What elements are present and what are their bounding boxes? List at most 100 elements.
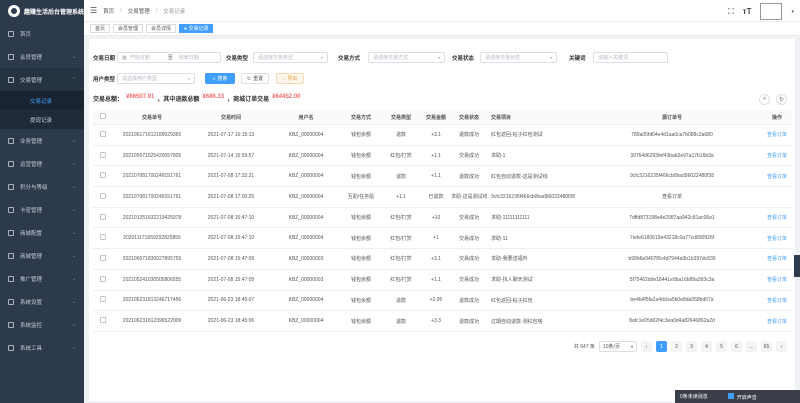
sidebar-item-mall[interactable]: 商城管理 ⌄ <box>0 244 84 267</box>
row-checkbox[interactable] <box>100 151 106 158</box>
view-order-link[interactable]: 查看订单 <box>767 256 787 262</box>
sidebar-item-label: 商城配置 <box>20 230 43 237</box>
sidebar-subitem-withdraw-records[interactable]: 提现记录 <box>0 110 84 129</box>
export-button[interactable]: ↓ 导出 <box>276 73 304 84</box>
row-checkbox[interactable] <box>100 192 106 199</box>
view-order-link[interactable]: 查看订单 <box>767 215 787 221</box>
user-type-select[interactable]: 请选择用户类型 ▾ <box>117 73 195 84</box>
view-order-link[interactable]: 查看订单 <box>767 298 787 304</box>
date-range-picker[interactable]: ▦ 开始日期 至 结束日期 <box>117 52 221 63</box>
app-title: 趣赚生活后台管理系统 <box>24 9 85 16</box>
view-order-link[interactable]: 查看订单 <box>767 153 787 159</box>
page-size-select[interactable]: 10条/页 ▾ <box>599 341 637 352</box>
tag-members[interactable]: 会员管理 <box>113 24 144 33</box>
refresh-icon[interactable]: ↻ <box>776 94 787 105</box>
sidebar-item-home[interactable]: 首页 <box>0 22 84 45</box>
page-number-button[interactable]: 6 <box>731 341 742 352</box>
col-header[interactable]: 源订单号 <box>582 114 762 121</box>
row-checkbox[interactable] <box>100 172 106 179</box>
breadcrumb-trade[interactable]: 交易管理 <box>128 7 150 15</box>
chevron-down-icon[interactable]: ▾ <box>791 9 794 15</box>
col-header[interactable]: 交易状态 <box>451 114 487 121</box>
sidebar-item-trade[interactable]: 交易管理 ⌃ <box>0 68 84 91</box>
trade-status-select[interactable]: 请选择交易状态 ▾ <box>480 52 557 63</box>
page-number-button[interactable]: 4 <box>701 341 712 352</box>
row-checkbox[interactable] <box>100 130 106 137</box>
font-size-icon[interactable]: тT <box>743 7 752 16</box>
col-header[interactable]: 交易项目 <box>487 114 582 121</box>
sound-toggle[interactable]: 开启声音 <box>727 392 757 401</box>
row-checkbox[interactable] <box>100 234 106 241</box>
fullscreen-icon[interactable]: ⛶ <box>728 7 734 17</box>
reset-button[interactable]: ↻ 重置 <box>241 73 269 84</box>
col-header[interactable]: 交易类型 <box>381 114 421 121</box>
table-cell: 2021-07-08 17:32:21 <box>207 173 255 180</box>
tag-trade-records[interactable]: ● 交易记录 <box>179 24 214 33</box>
table-cell: 过期自动退款-测红包啥 <box>491 318 543 325</box>
sidebar-item-business[interactable]: 业务管理 ⌄ <box>0 129 84 152</box>
keyword-input[interactable]: 请输入关键词 <box>593 52 668 63</box>
table-cell: 8afc1e05d02f4c3ea0d4a82646862a2d <box>629 318 715 325</box>
unread-message-count[interactable]: 0条未读消息 <box>680 393 708 400</box>
page-number-button[interactable]: 2 <box>671 341 682 352</box>
hamburger-icon[interactable]: ☰ <box>90 6 97 15</box>
view-order-link[interactable]: 查看订单 <box>767 277 787 283</box>
sidebar-item-settings[interactable]: 系统设置 ⌄ <box>0 290 84 313</box>
trade-method-select[interactable]: 请选择交易方式 ▾ <box>368 52 445 63</box>
chevron-down-icon: ⌄ <box>71 252 76 259</box>
page-number-button[interactable]: ... <box>746 341 757 352</box>
chevron-down-icon: ⌄ <box>71 344 76 351</box>
table-cell: be4b4f5fa2a4dcba5b0e8da058bd67a <box>630 297 714 304</box>
sidebar-item-monitor[interactable]: 系统监控 ⌄ <box>0 313 84 336</box>
trade-type-select[interactable]: 请选择交易类型 ▾ <box>253 52 328 63</box>
row-checkbox[interactable] <box>100 296 106 303</box>
page-number-button[interactable]: 3 <box>686 341 697 352</box>
row-checkbox[interactable] <box>100 254 106 261</box>
row-checkbox[interactable] <box>100 317 106 324</box>
view-order-link[interactable]: 查看订单 <box>767 236 787 242</box>
select-all-checkbox[interactable] <box>100 113 106 119</box>
col-header[interactable]: 交易单号 <box>113 114 191 121</box>
view-order-link[interactable]: 查看订单 <box>767 174 787 180</box>
page-number-button[interactable]: 5 <box>716 341 727 352</box>
prev-page-button[interactable]: ‹ <box>641 341 652 352</box>
search-icon[interactable]: ⌕ <box>759 94 770 105</box>
chevron-down-icon: ⌄ <box>71 206 76 213</box>
monitor-icon <box>8 321 14 328</box>
sidebar-item-label: 运营管理 <box>20 161 43 168</box>
sidebar-item-tools[interactable]: 系统工具 ⌄ <box>0 336 84 359</box>
row-checkbox[interactable] <box>100 275 106 282</box>
side-handle[interactable] <box>794 255 800 277</box>
method-label: 交易方式 <box>338 56 361 62</box>
chevron-down-icon: ▾ <box>187 76 190 81</box>
sidebar-item-mall-config[interactable]: 商城配置 ⌄ <box>0 221 84 244</box>
table-row: 202105071525420057805 2021-07-14 15:59:57… <box>93 146 792 167</box>
table-cell: KBZ_00000004 <box>288 131 324 138</box>
tag-home[interactable]: 首页 <box>90 24 111 33</box>
avatar[interactable] <box>760 3 783 20</box>
sidebar-item-points[interactable]: 积分与等级 ⌄ <box>0 175 84 198</box>
sidebar-item-label: 商城管理 <box>20 253 43 260</box>
sidebar-item-card[interactable]: 卡密管理 ⌄ <box>0 198 84 221</box>
page-number-button[interactable]: 1 <box>656 341 667 352</box>
next-page-button[interactable]: › <box>776 341 787 352</box>
sound-checkbox[interactable] <box>727 392 734 399</box>
page-number-button[interactable]: 65 <box>761 341 772 352</box>
table-cell: 789a05fd64e4d1aa0ca7b088c2a680 <box>631 131 713 138</box>
table-cell: 钱包余额 <box>350 153 371 160</box>
col-header[interactable]: 交易金额 <box>421 114 451 121</box>
breadcrumb-home[interactable]: 首页 <box>103 7 114 15</box>
table-cell: 互助/任务贴 <box>347 194 375 201</box>
sidebar-subitem-trade-records[interactable]: 交易记录 <box>0 91 84 110</box>
sidebar-item-promotion[interactable]: 推广管理 ⌄ <box>0 267 84 290</box>
col-header[interactable]: 用户名 <box>271 114 341 121</box>
sidebar-item-operation[interactable]: 运营管理 ⌄ <box>0 152 84 175</box>
col-header[interactable]: 交易时间 <box>191 114 271 121</box>
col-header[interactable]: 交易方式 <box>341 114 381 121</box>
sidebar-item-members[interactable]: 会员管理 ⌄ <box>0 45 84 68</box>
tag-member-detail[interactable]: 会员详情 <box>146 24 177 33</box>
view-order-link[interactable]: 查看订单 <box>767 132 787 138</box>
view-order-link[interactable]: 查看订单 <box>767 319 787 325</box>
search-button[interactable]: ⌕ 搜索 <box>205 73 235 84</box>
row-checkbox[interactable] <box>100 213 106 220</box>
